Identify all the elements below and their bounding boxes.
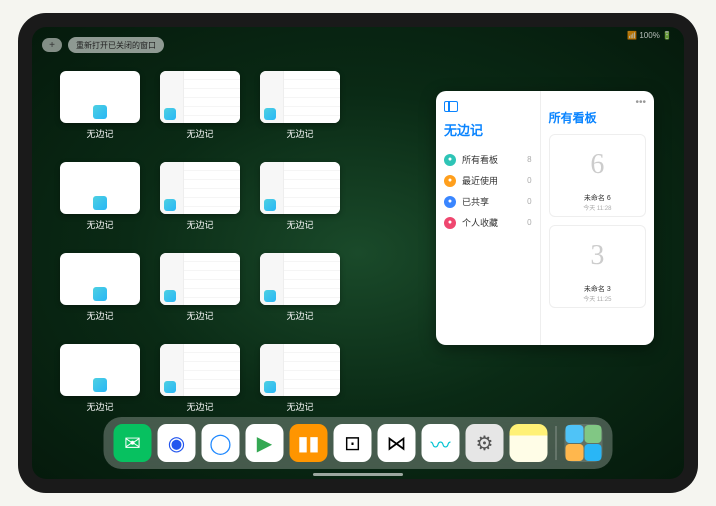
window-label: 无边记 — [186, 127, 213, 140]
dock-separator — [556, 426, 557, 460]
sidebar-item-count: 0 — [527, 197, 531, 206]
dock: ✉◉◯▶▮▮⊡⋈〰⚙ — [104, 417, 613, 469]
dock-app-quark[interactable]: ◉ — [158, 424, 196, 462]
window-thumbnail[interactable]: 无边记 — [60, 344, 140, 413]
board-date: 今天 11:28 — [554, 203, 641, 212]
dock-app-wechat[interactable]: ✉ — [114, 424, 152, 462]
sidebar-item-icon: ● — [444, 196, 456, 208]
window-thumbnail[interactable]: 无边记 — [160, 162, 240, 231]
window-label: 无边记 — [286, 400, 313, 413]
board-name: 未命名 6 — [554, 191, 641, 203]
sidebar-toggle-icon[interactable] — [444, 101, 458, 112]
window-label: 无边记 — [86, 218, 113, 231]
dock-app-books[interactable]: ▮▮ — [290, 424, 328, 462]
sidebar-item-label: 个人收藏 — [462, 216, 498, 229]
reopen-closed-window-button[interactable]: 重新打开已关闭的窗口 — [68, 37, 164, 53]
freeform-panel[interactable]: ••• 无边记 ● 所有看板 8● 最近使用 0● 已共享 0● 个人收藏 0 … — [436, 91, 654, 345]
panel-title: 无边记 — [444, 120, 532, 139]
window-label: 无边记 — [286, 309, 313, 322]
window-thumbnail[interactable]: 无边记 — [60, 162, 140, 231]
dock-app-notes[interactable] — [510, 424, 548, 462]
window-label: 无边记 — [186, 218, 213, 231]
window-thumbnail[interactable]: 无边记 — [160, 253, 240, 322]
window-label: 无边记 — [286, 218, 313, 231]
panel-right-title: 所有看板 — [549, 109, 646, 126]
sidebar-item-icon: ● — [444, 217, 456, 229]
dock-app-freeform[interactable]: 〰 — [422, 424, 460, 462]
sidebar-item-count: 0 — [527, 176, 531, 185]
panel-sidebar: 无边记 ● 所有看板 8● 最近使用 0● 已共享 0● 个人收藏 0 — [436, 91, 541, 345]
sidebar-item[interactable]: ● 最近使用 0 — [444, 170, 532, 191]
dock-app-settings[interactable]: ⚙ — [466, 424, 504, 462]
window-thumbnail[interactable]: 无边记 — [160, 344, 240, 413]
dock-app-play[interactable]: ▶ — [246, 424, 284, 462]
board-preview: 3 — [554, 230, 641, 282]
status-bar: 📶 100% 🔋 — [627, 31, 672, 40]
sidebar-item-label: 最近使用 — [462, 174, 498, 187]
sidebar-item[interactable]: ● 已共享 0 — [444, 191, 532, 212]
window-thumbnail[interactable]: 无边记 — [60, 71, 140, 140]
home-indicator[interactable] — [313, 473, 403, 476]
sidebar-item-label: 所有看板 — [462, 153, 498, 166]
more-icon[interactable]: ••• — [635, 97, 646, 108]
window-thumbnail[interactable]: 无边记 — [260, 344, 340, 413]
new-window-button[interactable]: + — [42, 38, 62, 52]
sidebar-item-icon: ● — [444, 154, 456, 166]
board-date: 今天 11:25 — [554, 294, 641, 303]
board-preview: 6 — [554, 139, 641, 191]
window-label: 无边记 — [86, 400, 113, 413]
sidebar-item-count: 0 — [527, 218, 531, 227]
dock-app-qqbrowser[interactable]: ◯ — [202, 424, 240, 462]
board-card[interactable]: 6 未命名 6 今天 11:28 — [549, 134, 646, 217]
window-label: 无边记 — [186, 400, 213, 413]
window-thumbnail[interactable]: 无边记 — [260, 162, 340, 231]
window-label: 无边记 — [86, 309, 113, 322]
board-name: 未命名 3 — [554, 282, 641, 294]
window-label: 无边记 — [186, 309, 213, 322]
sidebar-item-count: 8 — [527, 155, 531, 164]
ipad-frame: 📶 100% 🔋 + 重新打开已关闭的窗口 无边记无边记无边记无边记无边记无边记… — [18, 13, 698, 493]
app-switcher-grid: 无边记无边记无边记无边记无边记无边记无边记无边记无边记无边记无边记无边记 — [60, 71, 440, 413]
window-thumbnail[interactable]: 无边记 — [260, 253, 340, 322]
sidebar-item[interactable]: ● 所有看板 8 — [444, 149, 532, 170]
sidebar-item-label: 已共享 — [462, 195, 489, 208]
sidebar-item-icon: ● — [444, 175, 456, 187]
sidebar-item[interactable]: ● 个人收藏 0 — [444, 212, 532, 233]
dock-recent-apps[interactable] — [565, 424, 603, 462]
window-label: 无边记 — [286, 127, 313, 140]
window-label: 无边记 — [86, 127, 113, 140]
screen: 📶 100% 🔋 + 重新打开已关闭的窗口 无边记无边记无边记无边记无边记无边记… — [32, 27, 684, 479]
window-thumbnail[interactable]: 无边记 — [260, 71, 340, 140]
panel-boards: 所有看板 6 未命名 6 今天 11:283 未命名 3 今天 11:25 — [541, 91, 654, 345]
dock-app-dice[interactable]: ⊡ — [334, 424, 372, 462]
dock-app-connect[interactable]: ⋈ — [378, 424, 416, 462]
top-controls: + 重新打开已关闭的窗口 — [42, 37, 164, 53]
board-card[interactable]: 3 未命名 3 今天 11:25 — [549, 225, 646, 308]
window-thumbnail[interactable]: 无边记 — [160, 71, 240, 140]
window-thumbnail[interactable]: 无边记 — [60, 253, 140, 322]
